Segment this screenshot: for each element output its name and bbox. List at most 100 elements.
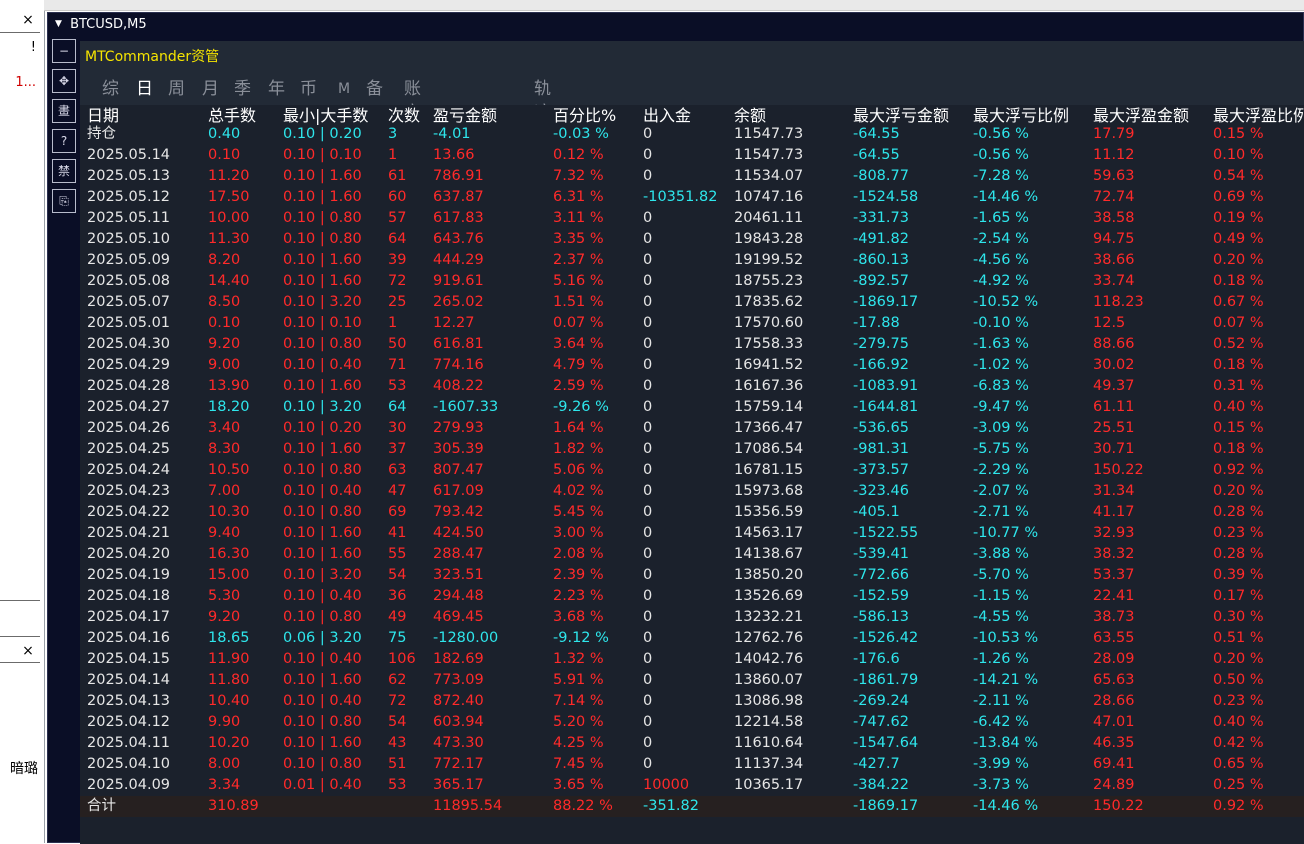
draw-icon[interactable]: 畫: [52, 99, 76, 123]
table-row[interactable]: 2025.05.09 8.20 0.10 | 1.60 39 444.29 2.37 % 0…: [80, 250, 1304, 271]
col-date[interactable]: 日期: [87, 105, 119, 126]
row-max-float-loss-amount: -373.57: [853, 462, 909, 478]
table-row[interactable]: 2025.05.01 0.10 0.10 | 0.10 1 12.27 0.07 % 0 17…: [80, 313, 1304, 334]
col-max-float-profit-amount[interactable]: 最大浮盈金额: [1093, 105, 1189, 126]
table-row[interactable]: 2025.04.12 9.90 0.10 | 0.80 54 603.94 5.20 % 0…: [80, 712, 1304, 733]
col-profit-loss[interactable]: 盈亏金额: [433, 105, 497, 126]
table-row[interactable]: 2025.04.21 9.40 0.10 | 1.60 41 424.50 3.00 % 0…: [80, 523, 1304, 544]
table-row[interactable]: 2025.04.22 10.30 0.10 | 0.80 69 793.42 5.45 %…: [80, 502, 1304, 523]
row-percent: 5.20 %: [553, 714, 604, 730]
col-balance[interactable]: 余额: [734, 105, 766, 126]
row-percent: 1.51 %: [553, 294, 604, 310]
tab-month[interactable]: 月: [202, 77, 219, 101]
alert-indicator[interactable]: !: [0, 40, 44, 66]
col-max-float-loss-amount[interactable]: 最大浮亏金额: [853, 105, 949, 126]
row-count: 51: [388, 756, 407, 772]
row-max-float-profit-pct: 0.23 %: [1213, 525, 1264, 541]
table-row[interactable]: 2025.04.09 3.34 0.01 | 0.40 53 365.17 3.65 % 1…: [80, 775, 1304, 796]
table-row[interactable]: 2025.04.11 10.20 0.10 | 1.60 43 473.30 4.25 %…: [80, 733, 1304, 754]
row-date: 2025.05.01: [87, 315, 171, 331]
chart-titlebar[interactable]: ▼ BTCUSD,M5: [48, 13, 1303, 35]
tab-summary[interactable]: 综: [102, 77, 119, 101]
table-row[interactable]: 2025.04.16 18.65 0.06 | 3.20 75 -1280.00 -9.1…: [80, 628, 1304, 649]
table-row[interactable]: 2025.04.30 9.20 0.10 | 0.80 50 616.81 3.64 % 0…: [80, 334, 1304, 355]
row-deposit-withdraw: 0: [643, 168, 653, 184]
row-deposit-withdraw: 0: [643, 609, 653, 625]
col-deposit-withdraw[interactable]: 出入金: [643, 105, 691, 126]
chart-window[interactable]: ▼ BTCUSD,M5 − ✥ 畫 ? 禁 ⎘ MTCommander资管 综 …: [47, 12, 1304, 844]
tab-day[interactable]: 日: [136, 77, 153, 101]
table-row[interactable]: 2025.05.12 17.50 0.10 | 1.60 60 637.87 6.31 %…: [80, 187, 1304, 208]
row-balance: 16781.15: [734, 462, 804, 478]
table-row[interactable]: 2025.05.07 8.50 0.10 | 3.20 25 265.02 1.51 % 0…: [80, 292, 1304, 313]
window-menu-icon[interactable]: ▼: [55, 13, 62, 35]
col-max-float-profit-pct[interactable]: 最大浮盈比例: [1213, 105, 1304, 126]
tab-week[interactable]: 周: [168, 77, 185, 101]
row-min-max-lots: 0.10 | 0.40: [283, 693, 362, 709]
row-date: 2025.04.26: [87, 420, 171, 436]
row-total-lots: 5.30: [208, 588, 241, 604]
row-profit-loss: 12.27: [433, 315, 475, 331]
copy-icon[interactable]: ⎘: [52, 189, 76, 213]
tab-notes[interactable]: 备: [366, 77, 383, 101]
row-balance: 15759.14: [734, 399, 804, 415]
table-row[interactable]: 2025.04.15 11.90 0.10 | 0.40 106 182.69 1.32 …: [80, 649, 1304, 670]
table-row[interactable]: 2025.04.24 10.50 0.10 | 0.80 63 807.47 5.06 %…: [80, 460, 1304, 481]
table-row[interactable]: 2025.04.27 18.20 0.10 | 3.20 64 -1607.33 -9.2…: [80, 397, 1304, 418]
table-row[interactable]: 2025.04.25 8.30 0.10 | 1.60 37 305.39 1.82 % 0…: [80, 439, 1304, 460]
tab-quarter[interactable]: 季: [234, 77, 251, 101]
table-row[interactable]: 2025.04.28 13.90 0.10 | 1.60 53 408.22 2.59 %…: [80, 376, 1304, 397]
table-row[interactable]: 2025.04.18 5.30 0.10 | 0.40 36 294.48 2.23 % 0…: [80, 586, 1304, 607]
row-profit-loss: 182.69: [433, 651, 484, 667]
row-max-float-loss-pct: -6.83 %: [973, 378, 1029, 394]
col-total-lots[interactable]: 总手数: [208, 105, 256, 126]
row-count: 62: [388, 672, 407, 688]
row-profit-loss: 807.47: [433, 462, 484, 478]
col-min-max-lots[interactable]: 最小|大手数: [283, 105, 368, 126]
table-row[interactable]: 2025.04.17 9.20 0.10 | 0.80 49 469.45 3.68 % 0…: [80, 607, 1304, 628]
row-profit-loss: 617.83: [433, 210, 484, 226]
row-profit-loss: 365.17: [433, 777, 484, 793]
table-row[interactable]: 2025.04.19 15.00 0.10 | 3.20 54 323.51 2.39 %…: [80, 565, 1304, 586]
row-balance: 11547.73: [734, 147, 804, 163]
tab-magic[interactable]: M: [338, 77, 350, 101]
row-deposit-withdraw: 0: [643, 630, 653, 646]
row-balance: 19843.28: [734, 231, 804, 247]
minimize-button[interactable]: −: [52, 39, 76, 63]
close-button-bottom[interactable]: ×: [18, 643, 38, 659]
col-max-float-loss-pct[interactable]: 最大浮亏比例: [973, 105, 1069, 126]
table-row[interactable]: 2025.04.20 16.30 0.10 | 1.60 55 288.47 2.08 %…: [80, 544, 1304, 565]
help-icon[interactable]: ?: [52, 129, 76, 153]
table-row[interactable]: 2025.04.13 10.40 0.10 | 0.40 72 872.40 7.14 %…: [80, 691, 1304, 712]
row-max-float-profit-amount: 12.5: [1093, 315, 1126, 331]
table-row[interactable]: 2025.04.23 7.00 0.10 | 0.40 47 617.09 4.02 % 0…: [80, 481, 1304, 502]
table-row[interactable]: 2025.05.14 0.10 0.10 | 0.10 1 13.66 0.12 % 0 11…: [80, 145, 1304, 166]
tab-symbol[interactable]: 币: [300, 77, 317, 101]
row-balance: 14042.76: [734, 651, 804, 667]
table-row[interactable]: 持仓 0.40 0.10 | 0.20 3 -4.01 -0.03 % 0 11547.73 -…: [80, 124, 1304, 145]
disable-icon[interactable]: 禁: [52, 159, 76, 183]
row-deposit-withdraw: -10351.82: [643, 189, 718, 205]
table-row[interactable]: 2025.04.29 9.00 0.10 | 0.40 71 774.16 4.79 % 0…: [80, 355, 1304, 376]
table-row[interactable]: 2025.04.14 11.80 0.10 | 1.60 62 773.09 5.91 %…: [80, 670, 1304, 691]
truncated-item[interactable]: 1...: [0, 75, 44, 101]
row-balance: 13860.07: [734, 672, 804, 688]
row-max-float-loss-amount: -64.55: [853, 147, 900, 163]
col-percent[interactable]: 百分比%: [553, 105, 616, 126]
tab-year[interactable]: 年: [268, 77, 285, 101]
row-max-float-loss-pct: -3.09 %: [973, 420, 1029, 436]
table-row[interactable]: 2025.05.13 11.20 0.10 | 1.60 61 786.91 7.32 %…: [80, 166, 1304, 187]
table-row[interactable]: 2025.05.08 14.40 0.10 | 1.60 72 919.61 5.16 %…: [80, 271, 1304, 292]
table-row[interactable]: 2025.04.26 3.40 0.10 | 0.20 30 279.93 1.64 % 0…: [80, 418, 1304, 439]
table-row[interactable]: 2025.04.10 8.00 0.10 | 0.80 51 772.17 7.45 % 0…: [80, 754, 1304, 775]
close-button-top[interactable]: ×: [18, 12, 38, 28]
row-balance: 17835.62: [734, 294, 804, 310]
table-row[interactable]: 2025.05.11 10.00 0.10 | 0.80 57 617.83 3.11 %…: [80, 208, 1304, 229]
move-icon[interactable]: ✥: [52, 69, 76, 93]
row-deposit-withdraw: 0: [643, 483, 653, 499]
table-row[interactable]: 2025.05.10 11.30 0.10 | 0.80 64 643.76 3.35 %…: [80, 229, 1304, 250]
row-total-lots: 10.20: [208, 735, 250, 751]
col-count[interactable]: 次数: [388, 105, 420, 126]
row-date: 2025.04.14: [87, 672, 171, 688]
row-deposit-withdraw: 0: [643, 399, 653, 415]
